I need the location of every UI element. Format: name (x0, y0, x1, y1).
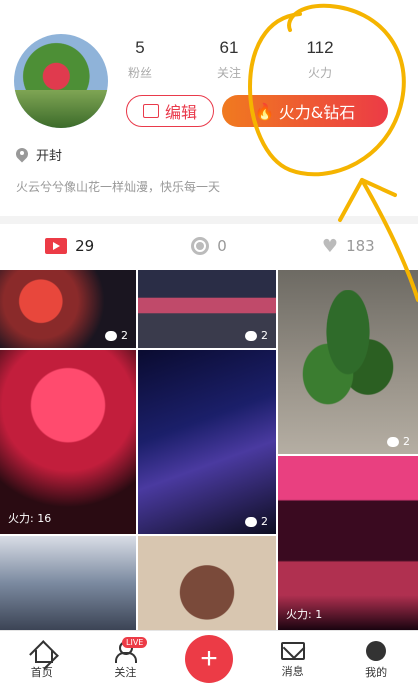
avatar[interactable] (14, 34, 108, 128)
stat-following-value: 61 (219, 38, 239, 57)
video-thumbnail[interactable]: 2 (0, 270, 136, 348)
nav-create[interactable]: + (167, 631, 251, 690)
nav-me[interactable]: 我的 (334, 631, 418, 690)
comment-icon (105, 330, 117, 341)
camera-icon (191, 237, 210, 255)
stat-fire-value: 112 (306, 38, 334, 57)
comment-count-value: 2 (403, 435, 410, 448)
profile-header: 5 粉丝 61 关注 112 火力 编辑 🔥 火力&钻石 开封 火云兮兮像山花一… (0, 0, 418, 215)
nav-home[interactable]: 首页 (0, 631, 84, 690)
comment-icon (245, 330, 257, 341)
tab-videos-count: 29 (75, 237, 95, 255)
video-thumbnail[interactable]: 2 (278, 270, 418, 454)
comment-count: 2 (105, 329, 128, 342)
content-tabs: 29 0 ♥ 183 (0, 224, 418, 268)
mail-icon (280, 642, 305, 660)
video-grid: 2 2 2 火力: 16 2 火力: 1 (0, 270, 418, 630)
stat-fans[interactable]: 5 粉丝 (100, 38, 180, 81)
location: 开封 (16, 145, 62, 164)
plant-image (298, 290, 398, 430)
create-button[interactable]: + (184, 634, 233, 683)
comment-icon (245, 516, 257, 527)
stat-fans-label: 粉丝 (127, 66, 152, 80)
edit-profile-button[interactable]: 编辑 (126, 95, 214, 127)
stat-fire[interactable]: 112 火力 (280, 38, 360, 81)
video-thumbnail[interactable]: 2 (138, 350, 276, 534)
bottom-nav: 首页 关注 + 消息 我的 (0, 630, 418, 690)
video-thumbnail[interactable]: 火力: 1 (278, 456, 418, 630)
flame-icon: 🔥 (254, 101, 275, 121)
video-thumbnail[interactable]: 2 (138, 270, 276, 348)
video-icon (45, 238, 68, 254)
edit-label: 编辑 (164, 103, 197, 122)
edit-icon (142, 104, 159, 118)
comment-count-value: 2 (121, 329, 128, 342)
comment-count-value: 2 (261, 329, 268, 342)
stat-fire-label: 火力 (307, 66, 332, 80)
tab-live[interactable]: 0 (139, 224, 278, 268)
comment-count: 2 (245, 515, 268, 528)
live-badge: LIVE (122, 637, 148, 648)
stat-following[interactable]: 61 关注 (189, 38, 269, 81)
section-divider (0, 216, 418, 224)
video-thumbnail[interactable] (0, 536, 136, 630)
fire-count: 火力: 1 (286, 608, 323, 621)
profile-icon (366, 641, 387, 661)
comment-count: 2 (387, 435, 410, 448)
heart-icon: ♥ (321, 235, 339, 257)
tab-videos[interactable]: 29 (0, 224, 139, 268)
location-text: 开封 (36, 149, 63, 164)
comment-count-value: 2 (261, 515, 268, 528)
profile-bio: 火云兮兮像山花一样灿漫，快乐每一天 (16, 180, 221, 194)
location-pin-icon (16, 148, 28, 162)
tab-live-count: 0 (217, 237, 227, 255)
video-thumbnail[interactable] (138, 536, 276, 630)
nav-messages-label: 消息 (281, 665, 304, 678)
tab-likes-count: 183 (346, 237, 375, 255)
nav-follow-label: 关注 (114, 666, 137, 679)
tab-likes[interactable]: ♥ 183 (279, 224, 418, 268)
fire-diamond-label: 火力&钻石 (278, 103, 356, 122)
comment-icon (387, 436, 399, 447)
video-thumbnail[interactable]: 火力: 16 (0, 350, 136, 534)
fire-count: 火力: 16 (8, 512, 52, 525)
home-icon (31, 641, 53, 663)
nav-me-label: 我的 (365, 666, 388, 679)
comment-count: 2 (245, 329, 268, 342)
fire-diamond-button[interactable]: 🔥 火力&钻石 (222, 95, 388, 127)
stat-fans-value: 5 (135, 38, 145, 57)
stat-following-label: 关注 (216, 66, 241, 80)
nav-messages[interactable]: 消息 (251, 631, 335, 690)
